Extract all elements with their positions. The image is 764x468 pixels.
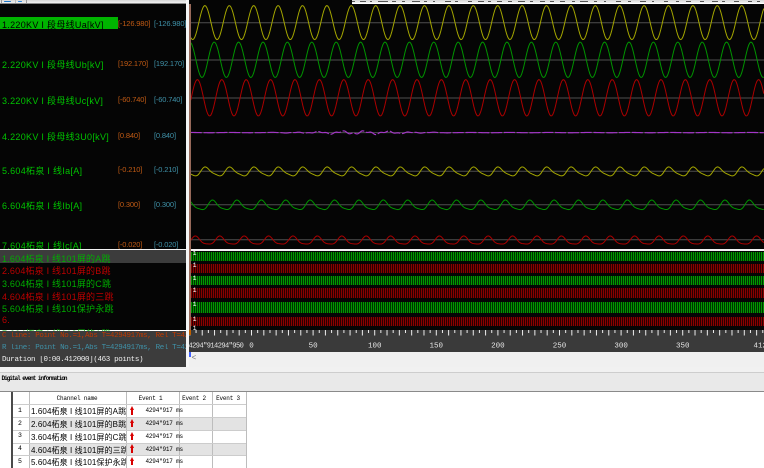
- svg-text:100: 100: [368, 343, 382, 351]
- svg-text:150: 150: [430, 343, 444, 351]
- svg-text:300: 300: [614, 343, 628, 351]
- svg-text:50: 50: [309, 343, 319, 351]
- svg-text:4294"914294"950: 4294"914294"950: [189, 343, 244, 351]
- svg-text:350: 350: [676, 343, 690, 351]
- svg-text:250: 250: [553, 343, 567, 351]
- svg-text:0: 0: [249, 343, 254, 351]
- svg-text:200: 200: [491, 343, 505, 351]
- svg-text:412: 412: [753, 343, 764, 351]
